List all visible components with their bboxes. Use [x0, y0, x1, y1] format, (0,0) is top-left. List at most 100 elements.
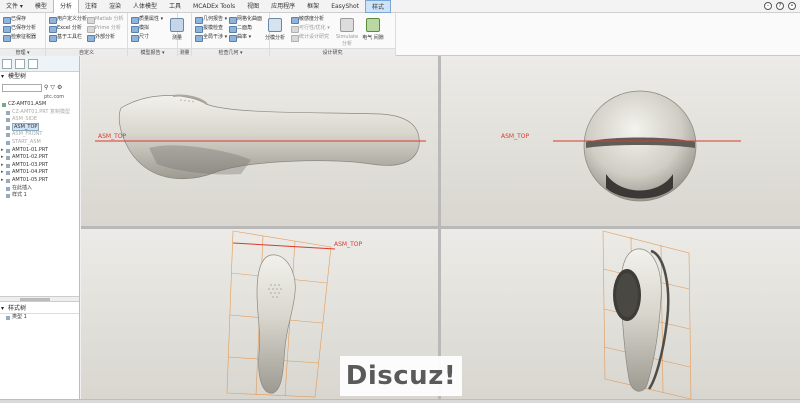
style-tree-title[interactable]: 样式树: [0, 304, 79, 314]
favorites-tab-icon[interactable]: [28, 58, 38, 69]
folder-browser-tab-icon[interactable]: [15, 58, 25, 69]
expand-arrow-icon[interactable]: ▸: [1, 154, 4, 162]
tree-item-icon: [6, 118, 10, 123]
tree-item[interactable]: CZ-AMT01.ASM: [0, 101, 79, 109]
plane-label-asm-top[interactable]: ASM_TOP: [501, 133, 529, 140]
tree-horizontal-scrollbar[interactable]: [0, 296, 79, 302]
menu-tools[interactable]: 工具: [163, 0, 187, 13]
menu-analysis[interactable]: 分析: [52, 0, 79, 13]
user-defined-analysis-button[interactable]: 用户定义分析: [48, 15, 87, 24]
tree-item[interactable]: ▸ AMT01-03.PRT: [0, 162, 79, 170]
plane-label-asm-top[interactable]: ASM_TOP: [334, 241, 362, 248]
tree-item[interactable]: 样式 1: [0, 192, 79, 200]
tree-item-icon: [6, 156, 10, 161]
dimensions-button[interactable]: 尺寸: [130, 33, 149, 42]
menu-annotate[interactable]: 注释: [79, 0, 103, 13]
tree-item-icon: [6, 163, 10, 168]
menu-file[interactable]: 文件 ▾: [0, 0, 29, 13]
tree-item[interactable]: ▸ AMT01-04.PRT: [0, 169, 79, 177]
tree-item-icon: [6, 110, 10, 115]
help-icon[interactable]: ?: [776, 2, 784, 10]
simulate-button[interactable]: 模拟: [130, 24, 149, 33]
ribbon-group-inspect-geometry: 几何报告 ▾ 拔模检查 全局干涉 ▾ 网格化曲面 二面角 曲率 ▾ 检查几何 ▾: [192, 13, 270, 56]
status-bar: [0, 399, 800, 403]
filter-icon[interactable]: ▽: [50, 84, 55, 91]
scrollbar-thumb[interactable]: [20, 298, 50, 301]
electrical-clearance-icon: [366, 18, 380, 32]
tree-item-icon: [6, 125, 10, 130]
menu-view[interactable]: 视图: [241, 0, 265, 13]
settings-icon[interactable]: ⚙: [57, 84, 62, 91]
sensitivity-analysis-button[interactable]: 敏感度分析: [290, 15, 324, 24]
measure-button[interactable]: 测量: [166, 15, 188, 48]
menu-model[interactable]: 模型: [29, 0, 53, 13]
expand-arrow-icon[interactable]: ▸: [1, 162, 4, 170]
viewport-splitter-horizontal[interactable]: [81, 226, 800, 229]
model-tree-title[interactable]: 模型树: [0, 72, 79, 82]
expand-arrow-icon[interactable]: ▸: [1, 169, 4, 177]
electrical-clearance-button[interactable]: 电气 间隙: [362, 15, 384, 48]
matlab-analysis-button[interactable]: Matlab 分析: [86, 15, 124, 24]
tree-item-icon: [6, 178, 10, 183]
view-pane-iso[interactable]: [441, 229, 800, 399]
mass-properties-button[interactable]: 质量属性 ▾: [130, 15, 163, 24]
creo-window: 文件 ▾ 模型 分析 注释 渲染 人体模型 工具 MCADEx Tools 视图…: [0, 0, 800, 403]
toolbar-based-button[interactable]: 基于工具栏: [48, 33, 82, 42]
menu-render[interactable]: 渲染: [103, 0, 127, 13]
model-tree-tab-icon[interactable]: [2, 58, 12, 69]
tree-item[interactable]: START_ASM: [0, 139, 79, 147]
ribbon-group-custom: 用户定义分析 Excel 分析 基于工具栏 Matlab 分析 Prime 分析…: [46, 13, 128, 56]
simulate-analysis-label: Simulate 分析: [335, 34, 359, 47]
statistical-design-study-button[interactable]: 统计设计研究: [290, 33, 329, 42]
style-tree-item[interactable]: 类型 1: [0, 314, 79, 322]
tree-item[interactable]: ▸ AMT01-02.PRT: [0, 154, 79, 162]
view-pane-right[interactable]: ASM_TOP: [441, 56, 800, 226]
ribbon-group-model-report-label[interactable]: 模型报告 ▾: [128, 48, 177, 56]
mold-analysis-button[interactable]: 分模分析: [264, 15, 286, 48]
tree-item[interactable]: ASM_TOP: [0, 122, 79, 132]
external-analysis-button[interactable]: 外部分析: [86, 33, 115, 42]
menu-applications[interactable]: 应用程序: [265, 0, 301, 13]
tree-item-label: AMT01-02.PRT: [12, 154, 49, 161]
curvature-button[interactable]: 曲率 ▾: [228, 33, 251, 42]
expand-arrow-icon[interactable]: ▸: [1, 177, 4, 185]
retrieve-button[interactable]: 检索征税器: [2, 33, 36, 42]
meshed-surface-button[interactable]: 网格化曲面: [228, 15, 262, 24]
expand-arrow-icon[interactable]: ▸: [1, 147, 4, 155]
menu-manikin[interactable]: 人体模型: [127, 0, 163, 13]
menu-style[interactable]: 样式: [364, 0, 391, 13]
minimize-icon[interactable]: –: [764, 2, 772, 10]
saved-analysis-button[interactable]: 已保存分析: [2, 24, 36, 33]
model-tree-search-input[interactable]: [2, 83, 42, 92]
feasibility-optimization-button[interactable]: 可行性/优化 ▾: [290, 24, 330, 33]
settings-icon[interactable]: •: [788, 2, 796, 10]
menu-mcadex-tools[interactable]: MCADEx Tools: [187, 0, 241, 13]
menu-easyshot[interactable]: EasyShot: [325, 0, 365, 13]
ribbon-group-inspect-geometry-label[interactable]: 检查几何 ▾: [192, 48, 269, 56]
tree-item[interactable]: ASM_FRONT: [0, 131, 79, 139]
simulate-analysis-button[interactable]: Simulate 分析: [334, 15, 360, 48]
global-interference-button[interactable]: 全局干涉 ▾: [194, 33, 227, 42]
tree-item[interactable]: ▸ AMT01-01.PRT: [0, 147, 79, 155]
plane-label-asm-top[interactable]: ASM_TOP: [98, 133, 126, 140]
find-icon[interactable]: ⚲: [44, 84, 48, 91]
tree-item[interactable]: 在此插入: [0, 185, 79, 193]
view-pane-front[interactable]: ASM_TOP: [81, 56, 438, 226]
ribbon-group-manage-label[interactable]: 管理 ▾: [0, 48, 45, 56]
watermark: Discuz!: [340, 356, 462, 396]
dihedral-angle-button[interactable]: 二面角: [228, 24, 252, 33]
tree-item-label: ASM_TOP: [12, 122, 40, 131]
graphics-viewport[interactable]: ⊡+−↻◧⊕▣◇✣A▭│•⊥: [81, 56, 800, 399]
saved-button[interactable]: 已保存: [2, 15, 26, 24]
tree-item-label: AMT01-05.PRT: [12, 176, 49, 183]
tree-item[interactable]: CZ-AMT01.PRT 复制模型: [0, 109, 79, 117]
navigator-panel: 模型树 ⚲ ▽ ⚙ ptc.com CZ-AMT01.ASMCZ-AMT01.P…: [0, 56, 80, 399]
site-label: ptc.com: [44, 94, 65, 100]
geometry-report-button[interactable]: 几何报告 ▾: [194, 15, 227, 24]
tree-item[interactable]: ▸ AMT01-05.PRT: [0, 177, 79, 185]
tree-item-label: ASM_SIDE: [12, 116, 38, 123]
prime-analysis-button[interactable]: Prime 分析: [86, 24, 121, 33]
excel-analysis-button[interactable]: Excel 分析: [48, 24, 82, 33]
draft-check-button[interactable]: 拔模检查: [194, 24, 223, 33]
menu-framework[interactable]: 框架: [301, 0, 325, 13]
